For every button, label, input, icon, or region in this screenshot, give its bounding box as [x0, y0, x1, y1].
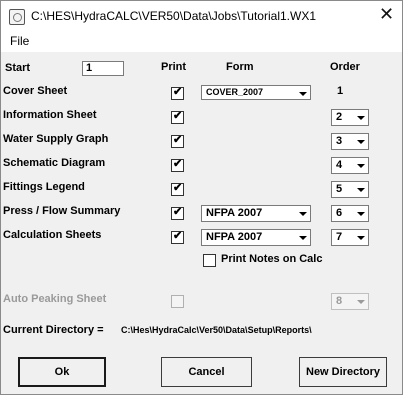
- close-icon[interactable]: ✕: [379, 5, 394, 23]
- order-select-schematic-diagram[interactable]: 4: [331, 157, 369, 174]
- form-select-cover-sheet[interactable]: COVER_2007: [201, 85, 311, 100]
- title-bar: C:\HES\HydraCALC\VER50\Data\Jobs\Tutoria…: [1, 1, 402, 31]
- ok-button[interactable]: Ok: [18, 357, 106, 387]
- print-notes-checkbox[interactable]: [203, 254, 216, 267]
- menu-bar: File: [1, 31, 402, 51]
- order-select-information-sheet[interactable]: 2: [331, 109, 369, 126]
- print-checkbox-cover-sheet[interactable]: ✔: [171, 86, 184, 100]
- check-icon: ✔: [173, 86, 183, 98]
- print-header: Print: [161, 61, 187, 73]
- print-checkbox-water-supply-graph[interactable]: ✔: [171, 134, 184, 148]
- form-select-calculation-sheets[interactable]: NFPA 2007: [201, 229, 311, 246]
- chevron-down-icon: [353, 158, 368, 173]
- form-select-value: NFPA 2007: [206, 207, 263, 219]
- row-label-fittings-legend: Fittings Legend: [3, 181, 85, 193]
- menu-file[interactable]: File: [10, 34, 29, 48]
- order-select-water-supply-graph[interactable]: 3: [331, 133, 369, 150]
- print-checkbox-calculation-sheets[interactable]: ✔: [171, 230, 184, 244]
- order-select-value: 5: [336, 183, 343, 195]
- start-input[interactable]: [82, 61, 124, 76]
- row-label-auto-peaking-sheet: Auto Peaking Sheet: [3, 293, 107, 305]
- chevron-down-icon: [353, 206, 368, 221]
- current-directory-path: C:\Hes\HydraCalc\Ver50\Data\Setup\Report…: [121, 325, 312, 335]
- order-select-value: 3: [336, 135, 343, 147]
- chevron-down-icon: [353, 230, 368, 245]
- print-checkbox-auto-peaking-sheet: [171, 295, 184, 308]
- window-title: C:\HES\HydraCALC\VER50\Data\Jobs\Tutoria…: [31, 9, 316, 23]
- check-icon: ✔: [173, 230, 183, 242]
- order-header: Order: [330, 61, 360, 73]
- current-directory-label: Current Directory =: [3, 324, 104, 336]
- check-icon: ✔: [173, 158, 183, 170]
- print-options-dialog: C:\HES\HydraCALC\VER50\Data\Jobs\Tutoria…: [0, 0, 403, 395]
- check-icon: ✔: [173, 134, 183, 146]
- order-select-value: 4: [336, 159, 343, 171]
- chevron-down-icon: [353, 294, 368, 309]
- start-label: Start: [5, 62, 31, 74]
- check-icon: ✔: [173, 182, 183, 194]
- form-select-value: NFPA 2007: [206, 231, 263, 243]
- print-checkbox-press-flow-summary[interactable]: ✔: [171, 206, 184, 220]
- order-select-press-flow-summary[interactable]: 6: [331, 205, 369, 222]
- order-value-cover-sheet: 1: [337, 85, 344, 97]
- dialog-content: Start Print Form Order Cover Sheet ✔ COV…: [1, 52, 402, 394]
- app-icon: [9, 9, 25, 25]
- order-select-value: 2: [336, 111, 343, 123]
- row-label-cover-sheet: Cover Sheet: [3, 85, 68, 97]
- cancel-button[interactable]: Cancel: [161, 357, 252, 387]
- row-label-schematic-diagram: Schematic Diagram: [3, 157, 106, 169]
- print-checkbox-fittings-legend[interactable]: ✔: [171, 182, 184, 196]
- form-select-press-flow-summary[interactable]: NFPA 2007: [201, 205, 311, 222]
- row-label-press-flow-summary: Press / Flow Summary: [3, 205, 121, 217]
- order-select-auto-peaking-sheet: 8: [331, 293, 369, 310]
- row-label-information-sheet: Information Sheet: [3, 109, 97, 121]
- row-label-water-supply-graph: Water Supply Graph: [3, 133, 109, 145]
- form-select-value: COVER_2007: [206, 87, 264, 97]
- chevron-down-icon: [295, 86, 310, 101]
- chevron-down-icon: [353, 134, 368, 149]
- chevron-down-icon: [353, 110, 368, 125]
- order-select-value: 7: [336, 231, 343, 243]
- chevron-down-icon: [353, 182, 368, 197]
- order-select-value: 6: [336, 207, 343, 219]
- order-select-fittings-legend[interactable]: 5: [331, 181, 369, 198]
- chevron-down-icon: [295, 206, 310, 221]
- check-icon: ✔: [173, 110, 183, 122]
- print-checkbox-schematic-diagram[interactable]: ✔: [171, 158, 184, 172]
- check-icon: ✔: [173, 206, 183, 218]
- order-select-value: 8: [336, 295, 343, 307]
- print-checkbox-information-sheet[interactable]: ✔: [171, 110, 184, 124]
- row-label-calculation-sheets: Calculation Sheets: [3, 229, 102, 241]
- new-directory-button[interactable]: New Directory: [299, 357, 387, 387]
- order-select-calculation-sheets[interactable]: 7: [331, 229, 369, 246]
- chevron-down-icon: [295, 230, 310, 245]
- print-notes-label: Print Notes on Calc: [221, 253, 323, 265]
- form-header: Form: [226, 61, 254, 73]
